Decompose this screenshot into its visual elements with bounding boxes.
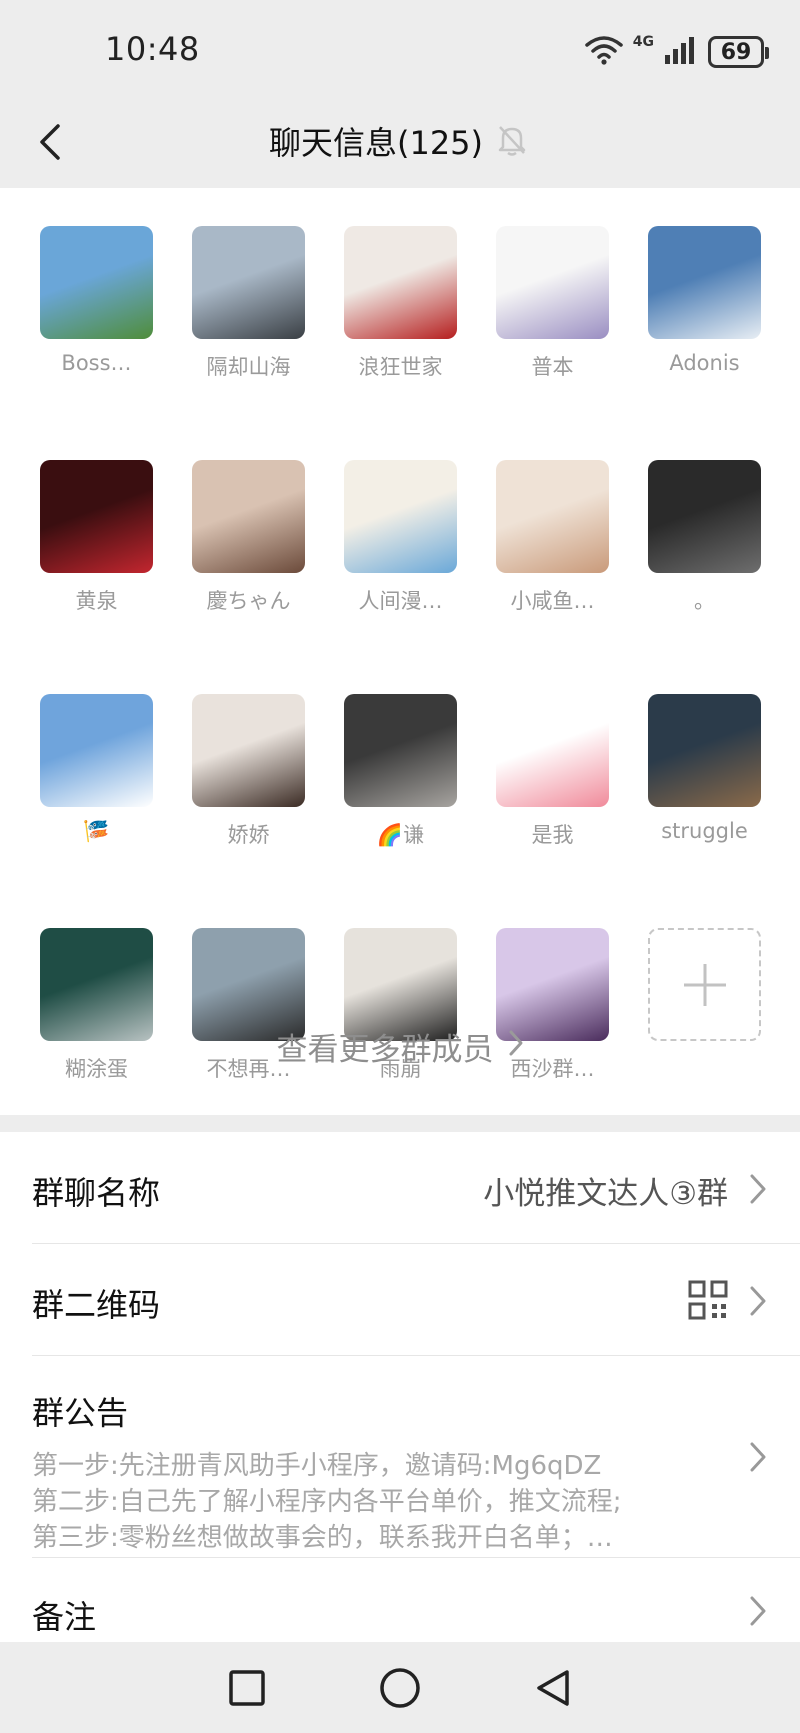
home-circle-icon [380, 1667, 420, 1708]
back-triangle-icon [537, 1669, 570, 1706]
notice-line: 第二步:自己先了解小程序内各平台单价，推文流程; [32, 1487, 622, 1517]
chevron-right-icon [750, 1174, 766, 1204]
title-wrap: 聊天信息(125) [0, 118, 800, 164]
avatar[interactable] [496, 694, 609, 807]
member-item[interactable]: 娇娇 [192, 694, 305, 849]
title-bar: 聊天信息(125) [0, 100, 800, 188]
member-name: Boss… [61, 351, 132, 375]
more-members-link[interactable]: 查看更多群成员 [0, 1024, 800, 1069]
member-item[interactable]: 🌈谦 [344, 694, 457, 849]
chevron-right-icon [750, 1442, 766, 1472]
avatar[interactable] [40, 694, 153, 807]
member-item[interactable]: 慶ちゃん [192, 460, 305, 615]
group-notice-label: 群公告 [32, 1394, 129, 1432]
battery-indicator: 69 [708, 36, 769, 68]
network-type: 4G [632, 34, 654, 50]
group-qr-row[interactable]: 群二维码 [32, 1244, 800, 1356]
member-name: 🌈谦 [376, 823, 425, 847]
member-name: 慶ちゃん [206, 589, 291, 613]
notice-line: 第三步:零粉丝想做故事会的，联系我开白名单；… [32, 1523, 613, 1553]
page-title: 聊天信息(125) [268, 124, 484, 162]
battery-level: 69 [720, 39, 752, 65]
avatar[interactable] [496, 460, 609, 573]
avatar[interactable] [648, 460, 761, 573]
member-item[interactable]: 隔却山海 [192, 226, 305, 381]
group-name-row[interactable]: 群聊名称 小悦推文达人③群 [32, 1132, 800, 1244]
chevron-right-icon [508, 1029, 524, 1065]
member-name: 黄泉 [75, 589, 118, 613]
member-name: 普本 [531, 355, 574, 379]
group-name-value: 小悦推文达人③群 [483, 1176, 728, 1212]
qr-code-icon [688, 1280, 728, 1324]
member-item[interactable]: 黄泉 [40, 460, 153, 615]
member-name: 浪狂世家 [358, 355, 443, 379]
group-notice-row[interactable]: 群公告 第一步:先注册青风助手小程序，邀请码:Mg6qDZ 第二步:自己先了解小… [32, 1356, 800, 1558]
avatar[interactable] [192, 226, 305, 339]
member-name: struggle [661, 819, 748, 843]
settings-list: 群聊名称 小悦推文达人③群 群二维码 群公告 第一步:先注册青风助手小程序，邀请… [0, 1132, 800, 1642]
remark-label: 备注 [32, 1598, 97, 1636]
member-item[interactable]: 小咸鱼… [496, 460, 609, 615]
group-notice-text: 第一步:先注册青风助手小程序，邀请码:Mg6qDZ 第二步:自己先了解小程序内各… [32, 1448, 672, 1556]
remark-row[interactable]: 备注 [32, 1558, 800, 1642]
member-item[interactable]: 浪狂世家 [344, 226, 457, 381]
back-nav-button[interactable] [523, 1658, 583, 1718]
member-name: Adonis [669, 351, 740, 375]
member-item[interactable]: 人间漫… [344, 460, 457, 615]
recents-square-icon [228, 1669, 265, 1706]
member-name: 🎏 [83, 819, 110, 843]
member-item[interactable]: Adonis [648, 226, 761, 381]
wifi-icon [585, 35, 623, 69]
recents-button[interactable] [217, 1658, 277, 1718]
more-members-label: 查看更多群成员 [276, 1032, 494, 1068]
avatar[interactable] [648, 694, 761, 807]
member-item[interactable]: Boss… [40, 226, 153, 381]
member-item[interactable]: 是我 [496, 694, 609, 849]
member-item[interactable]: struggle [648, 694, 761, 849]
system-nav-bar [0, 1642, 800, 1733]
avatar[interactable] [192, 694, 305, 807]
avatar[interactable] [496, 226, 609, 339]
member-name: 隔却山海 [206, 355, 291, 379]
home-button[interactable] [370, 1658, 430, 1718]
member-name: 是我 [531, 823, 574, 847]
member-name: 娇娇 [227, 823, 270, 847]
avatar[interactable] [344, 694, 457, 807]
member-item[interactable]: 🎏 [40, 694, 153, 849]
avatar[interactable] [40, 460, 153, 573]
avatar[interactable] [344, 460, 457, 573]
avatar[interactable] [192, 460, 305, 573]
notice-line: 第一步:先注册青风助手小程序，邀请码:Mg6qDZ [32, 1451, 602, 1481]
member-name: 人间漫… [358, 589, 443, 613]
member-name: 小咸鱼… [510, 589, 595, 613]
mute-bell-icon [497, 124, 531, 158]
members-panel: Boss… 隔却山海 浪狂世家 普本 Adonis 黄泉 慶ちゃん 人间漫… 小咸鱼… 。 🎏 娇娇 🌈… [0, 188, 800, 1115]
plus-icon [683, 963, 726, 1006]
member-grid: Boss… 隔却山海 浪狂世家 普本 Adonis 黄泉 慶ちゃん 人间漫… 小咸鱼… 。 🎏 娇娇 🌈… [40, 226, 761, 1083]
chevron-right-icon [750, 1596, 766, 1626]
status-time: 10:48 [105, 30, 200, 68]
signal-icon [664, 35, 698, 69]
member-item[interactable]: 。 [648, 460, 761, 615]
member-name: 。 [694, 589, 715, 613]
avatar[interactable] [40, 226, 153, 339]
group-name-label: 群聊名称 [32, 1174, 161, 1212]
status-bar: 10:48 4G 69 [0, 0, 800, 100]
avatar[interactable] [344, 226, 457, 339]
member-item[interactable]: 普本 [496, 226, 609, 381]
avatar[interactable] [648, 226, 761, 339]
group-qr-label: 群二维码 [32, 1286, 161, 1324]
status-icons: 4G 69 [585, 32, 769, 72]
chevron-right-icon [750, 1286, 766, 1316]
